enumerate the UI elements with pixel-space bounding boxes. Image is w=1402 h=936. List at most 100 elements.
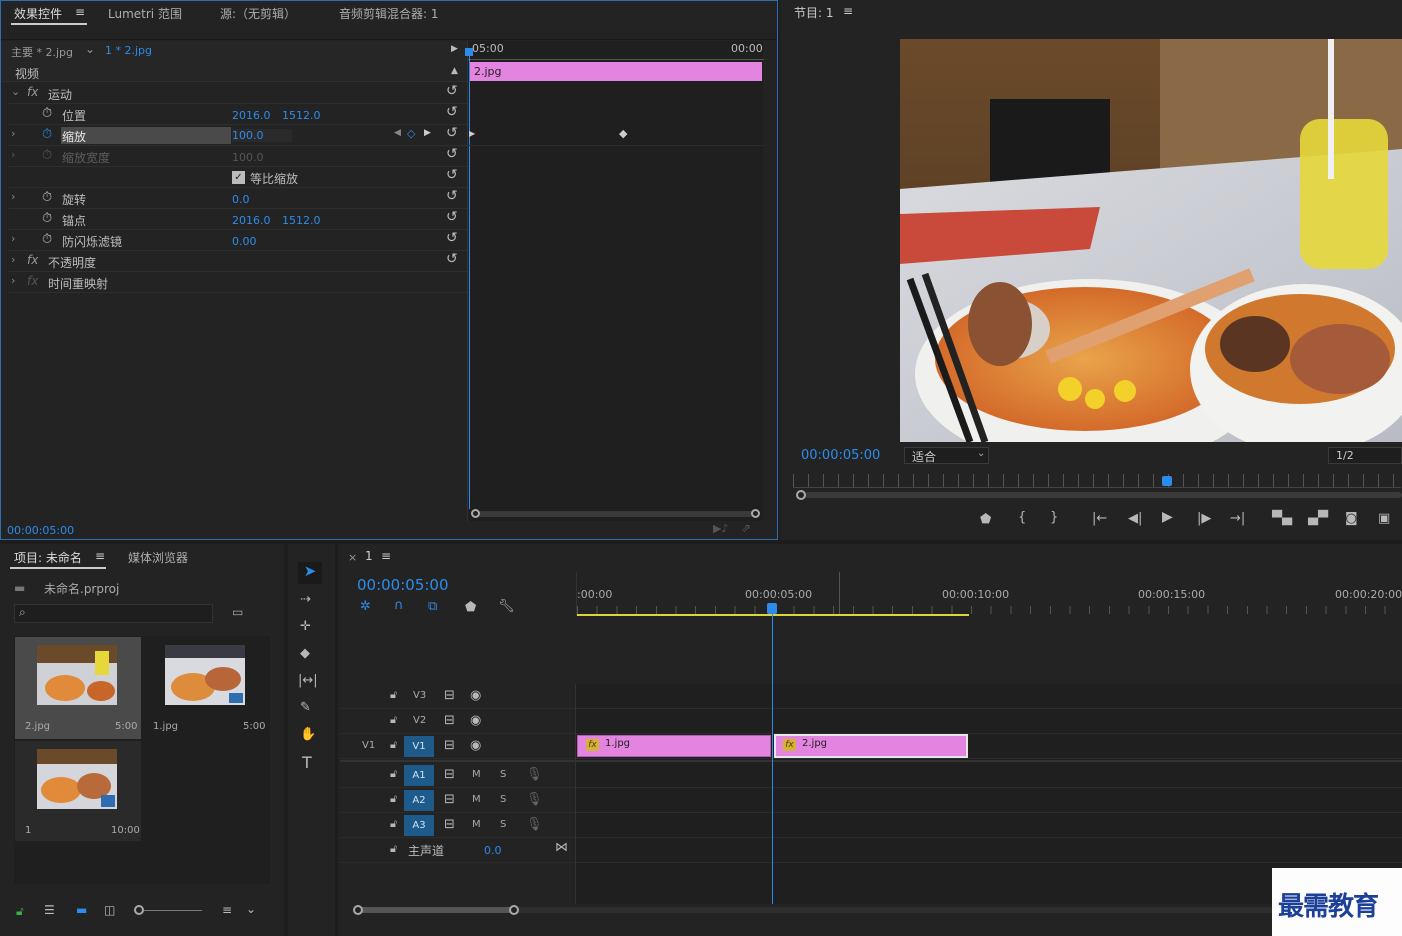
mark-out-icon[interactable]: } (1050, 510, 1058, 525)
tab-audio-mixer[interactable]: 音频剪辑混合器: 1 (339, 5, 439, 22)
zoom-slider[interactable] (138, 910, 202, 911)
reset-icon[interactable]: ↺ (446, 209, 458, 225)
sync-lock-icon[interactable]: ⊟ (444, 767, 455, 782)
linked-selection-icon[interactable]: ⧉ (428, 599, 437, 614)
stopwatch-icon[interactable]: ⏱ (42, 190, 52, 205)
reset-icon[interactable]: ↺ (446, 167, 458, 183)
track-lock-icon[interactable]: 🔓︎ (390, 817, 397, 831)
scale-value[interactable]: 100.0 (232, 129, 292, 142)
tab-project[interactable]: 项目: 未命名 (14, 549, 82, 566)
program-playhead-icon[interactable] (1162, 476, 1172, 486)
track-lock-icon[interactable]: 🔓︎ (390, 842, 397, 856)
solo-button[interactable]: S (500, 794, 506, 805)
chevron-down-icon[interactable]: ⌄ (85, 42, 95, 56)
track-select-tool-icon[interactable]: ⇢ (300, 592, 311, 607)
sort-icon[interactable]: ≡ (222, 903, 232, 917)
microphone-icon[interactable]: 🎙︎ (526, 817, 543, 832)
add-marker-icon[interactable]: ⬟ (980, 512, 991, 527)
play-icon[interactable]: ▶ (1162, 509, 1173, 525)
chevron-down-icon[interactable]: ⌄ (246, 902, 256, 916)
timeline-zoom-handle[interactable] (358, 907, 514, 913)
project-item[interactable]: 1.jpg 5:00 (143, 637, 269, 739)
rotation-value[interactable]: 0.0 (232, 193, 250, 206)
list-view-icon[interactable]: ☰ (44, 903, 55, 917)
nest-toggle-icon[interactable]: ✲ (360, 599, 371, 614)
playhead-handle-icon[interactable] (465, 48, 473, 56)
audio-play-icon[interactable]: ▶♪ (713, 522, 728, 535)
hand-tool-icon[interactable]: ✋ (300, 727, 316, 742)
stopwatch-icon[interactable]: ⏱ (42, 232, 52, 247)
program-video-frame[interactable] (900, 39, 1402, 442)
track-lock-icon[interactable]: 🔓︎ (390, 688, 397, 702)
comparison-view-icon[interactable]: ▣ (1378, 511, 1390, 526)
timeline-clip[interactable]: fx 1.jpg (577, 735, 771, 757)
reset-icon[interactable]: ↺ (446, 230, 458, 246)
chevron-right-icon[interactable]: › (11, 274, 15, 287)
fx-icon[interactable]: fx (27, 85, 38, 99)
source-patch-label[interactable]: V1 (362, 740, 375, 751)
ripple-edit-tool-icon[interactable]: ✛ (300, 619, 311, 634)
sync-lock-icon[interactable]: ⊟ (444, 688, 455, 703)
anti-flicker-value[interactable]: 0.00 (232, 235, 257, 248)
chevron-right-icon[interactable]: › (11, 148, 15, 161)
panel-menu-icon[interactable]: ≡ (95, 549, 105, 563)
keyframe-start-icon[interactable]: ▶ (469, 129, 475, 138)
stopwatch-icon[interactable]: ⏱ (42, 211, 52, 226)
time-remap-row[interactable]: › fx 时间重映射 (9, 272, 467, 293)
track-target-a2[interactable]: A2 (404, 790, 434, 811)
step-back-icon[interactable]: ◀| (1128, 511, 1142, 526)
track-lock-icon[interactable]: 🔓︎ (390, 738, 397, 752)
reset-icon[interactable]: ↺ (446, 146, 458, 162)
program-zoom-scrollbar[interactable] (798, 492, 1402, 498)
position-x-value[interactable]: 2016.0 (232, 109, 271, 122)
sync-lock-icon[interactable]: ⊟ (444, 817, 455, 832)
selection-tool-icon[interactable]: ➤ (298, 562, 322, 584)
add-marker-icon[interactable]: ⬟ (465, 600, 476, 615)
tab-lumetri[interactable]: Lumetri 范围 (108, 5, 182, 22)
opacity-row[interactable]: › fx 不透明度 ↺ (9, 251, 467, 272)
timeline-ruler[interactable]: :00:00 00:00:05:00 00:00:10:00 00:00:15:… (576, 572, 1402, 616)
mute-button[interactable]: M (472, 794, 481, 805)
chevron-expanded-icon[interactable]: ⌄ (11, 85, 20, 98)
reset-icon[interactable]: ↺ (446, 125, 458, 141)
add-keyframe-icon[interactable]: ◇ (407, 127, 415, 140)
project-item[interactable]: 2.jpg 5:00 (15, 637, 141, 739)
panel-menu-icon[interactable]: ≡ (381, 549, 391, 563)
lock-icon[interactable]: 🔓︎ (16, 904, 24, 919)
go-to-in-icon[interactable]: |← (1092, 511, 1107, 526)
microphone-icon[interactable]: 🎙︎ (526, 767, 543, 782)
effect-mini-timeline[interactable]: 05:00 00:00 2.jpg ▶ ◆ (465, 41, 764, 521)
sync-lock-icon[interactable]: ⊟ (444, 738, 455, 753)
sync-lock-icon[interactable]: ⊟ (444, 792, 455, 807)
chevron-right-icon[interactable]: › (11, 253, 15, 266)
timeline-timecode[interactable]: 00:00:05:00 (357, 576, 449, 594)
stopwatch-icon[interactable]: ⏱ (42, 106, 52, 121)
extract-icon[interactable]: ▄▀ (1308, 511, 1328, 526)
master-volume-value[interactable]: 0.0 (484, 844, 502, 857)
play-only-icon[interactable]: ▶ (451, 44, 458, 54)
reset-icon[interactable]: ↺ (446, 104, 458, 120)
fx-icon[interactable]: fx (27, 253, 38, 267)
tab-effect-controls[interactable]: 效果控件 (14, 5, 62, 22)
track-target-v1[interactable]: V1 (404, 736, 434, 757)
eye-icon[interactable]: ◉ (470, 713, 481, 728)
panel-menu-icon[interactable]: ≡ (843, 4, 853, 18)
effect-controls-timecode[interactable]: 00:00:05:00 (7, 524, 74, 537)
new-bin-from-search-icon[interactable]: ▭ (232, 605, 243, 619)
next-keyframe-icon[interactable]: ▶ (424, 128, 431, 138)
position-y-value[interactable]: 1512.0 (282, 109, 321, 122)
keyframe-icon[interactable]: ◆ (619, 127, 627, 140)
program-timecode[interactable]: 00:00:05:00 (801, 448, 880, 463)
motion-row[interactable]: ⌄ fx 运动 ↺ (9, 83, 467, 104)
track-lock-icon[interactable]: 🔓︎ (390, 713, 397, 727)
master-clip-label[interactable]: 主要 * 2.jpg (11, 44, 73, 60)
lift-icon[interactable]: ▀▄ (1272, 511, 1292, 526)
project-search-input[interactable]: ⌕ (14, 604, 213, 623)
sequence-clip-label[interactable]: 1 * 2.jpg (105, 44, 152, 57)
stopwatch-active-icon[interactable]: ⏱ (42, 127, 52, 142)
sync-lock-icon[interactable]: ⊟ (444, 713, 455, 728)
eye-icon[interactable]: ◉ (470, 688, 481, 703)
export-frame-icon[interactable]: ◙ (1345, 511, 1358, 526)
collapse-up-icon[interactable]: ▲ (451, 66, 458, 76)
go-to-end-icon[interactable]: ⋈ (555, 840, 568, 855)
